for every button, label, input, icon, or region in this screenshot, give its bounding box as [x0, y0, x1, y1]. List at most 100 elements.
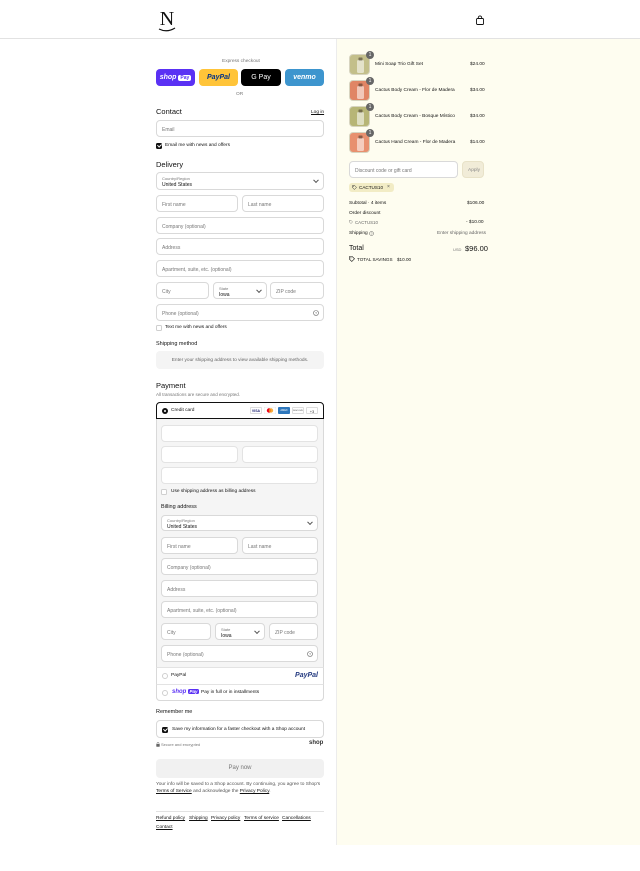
- state-label: State: [219, 286, 229, 291]
- credit-card-option[interactable]: Credit card VISA AMEX DISCOVER +3: [156, 402, 324, 419]
- shop-pay-logo-text: shop: [159, 74, 177, 81]
- footer-link-shipping[interactable]: Shipping: [189, 816, 208, 821]
- save-info-label: Save my information for a faster checkou…: [172, 727, 306, 732]
- or-divider: OR: [236, 92, 244, 97]
- footer-link-terms[interactable]: Terms of service: [244, 816, 279, 821]
- legal-and: and acknowledge the: [193, 788, 239, 794]
- name-on-card-field[interactable]: [161, 467, 318, 484]
- terms-link[interactable]: Terms of Service: [156, 789, 192, 794]
- help-icon[interactable]: ?: [313, 310, 319, 316]
- savings-tag-icon: [349, 256, 355, 262]
- billing-address-field[interactable]: Address: [161, 580, 318, 597]
- google-pay-button[interactable]: G Pay: [241, 69, 281, 86]
- billing-zip-field[interactable]: ZIP code: [269, 623, 318, 640]
- billing-city-placeholder: City: [167, 630, 176, 636]
- total-value: $96.00: [465, 244, 488, 253]
- pay-now-button[interactable]: Pay now: [156, 759, 324, 778]
- shipping-method-notice: Enter your shipping address to view avai…: [156, 351, 324, 369]
- phone-placeholder: Phone (optional): [162, 311, 199, 317]
- lock-icon: [156, 742, 160, 747]
- chevron-down-icon: [307, 519, 313, 526]
- zip-field[interactable]: ZIP code: [270, 282, 324, 299]
- footer-link-privacy[interactable]: Privacy policy: [211, 816, 240, 821]
- discover-icon: DISCOVER: [292, 407, 304, 414]
- paypal-express-button[interactable]: PayPal: [199, 69, 238, 86]
- mastercard-icon: [264, 407, 276, 414]
- billing-company-placeholder: Company (optional): [167, 565, 211, 571]
- phone-field[interactable]: Phone (optional) ?: [156, 304, 324, 321]
- paypal-option[interactable]: PayPal PayPal: [156, 667, 324, 684]
- card-number-field[interactable]: [161, 425, 318, 442]
- secure-text: Secure and encrypted: [161, 742, 201, 747]
- shipping-method-heading: Shipping method: [156, 341, 198, 347]
- product-name: Cactus Body Cream - Flor de Madera: [375, 88, 455, 93]
- billing-last-name-field[interactable]: Last name: [242, 537, 318, 554]
- security-code-field[interactable]: [242, 446, 318, 463]
- billing-last-name-placeholder: Last name: [248, 544, 272, 550]
- credit-card-radio[interactable]: [162, 408, 168, 414]
- same-address-checkbox[interactable]: [161, 489, 167, 495]
- privacy-link[interactable]: Privacy Policy: [240, 789, 270, 794]
- apply-label: Apply: [468, 168, 480, 173]
- last-name-field[interactable]: Last name: [242, 195, 324, 212]
- footer-link-cancellations[interactable]: Cancellations: [282, 816, 311, 821]
- billing-country-select[interactable]: Country/Region United States: [161, 515, 318, 531]
- city-field[interactable]: City: [156, 282, 209, 299]
- svg-text:N: N: [160, 8, 174, 30]
- billing-apartment-field[interactable]: Apartment, suite, etc. (optional): [161, 601, 318, 618]
- paypal-radio[interactable]: [162, 673, 168, 679]
- brand-logo[interactable]: N: [156, 7, 178, 32]
- footer-link-contact[interactable]: Contact: [156, 825, 173, 830]
- remove-discount-icon[interactable]: ×: [387, 184, 390, 190]
- email-news-checkbox[interactable]: [156, 143, 162, 149]
- company-field[interactable]: Company (optional): [156, 217, 324, 234]
- billing-company-field[interactable]: Company (optional): [161, 558, 318, 575]
- company-placeholder: Company (optional): [162, 224, 206, 230]
- save-info-checkbox[interactable]: [162, 727, 168, 733]
- discount-code-field[interactable]: Discount code or gift card: [349, 161, 458, 178]
- product-price: $34.00: [470, 114, 485, 119]
- billing-first-name-field[interactable]: First name: [161, 537, 238, 554]
- visa-icon: VISA: [250, 407, 262, 414]
- footer-divider: [156, 811, 324, 812]
- shoppay-radio[interactable]: [162, 690, 168, 696]
- info-icon[interactable]: ?: [369, 231, 374, 236]
- apartment-field[interactable]: Apartment, suite, etc. (optional): [156, 260, 324, 277]
- express-checkout-title: Express checkout: [222, 59, 260, 64]
- product-name: Mini Soap Trio Gift Set: [375, 62, 423, 67]
- order-discount-value: - $10.00: [466, 220, 484, 225]
- billing-phone-field[interactable]: Phone (optional) ?: [161, 645, 318, 662]
- login-link[interactable]: Log in: [311, 110, 324, 115]
- shoppay-option[interactable]: shop Pay Pay in full or in installments: [156, 684, 324, 701]
- order-discount-label: Order discount: [349, 211, 381, 216]
- zip-placeholder: ZIP code: [276, 289, 296, 295]
- amex-icon: AMEX: [278, 407, 290, 414]
- quantity-badge: 1: [366, 51, 374, 59]
- billing-state-select[interactable]: State Iowa: [215, 623, 265, 640]
- product-price: $24.00: [470, 62, 485, 67]
- billing-city-field[interactable]: City: [161, 623, 211, 640]
- billing-state-label: State: [221, 627, 231, 632]
- footer-link-refund[interactable]: Refund policy: [156, 816, 185, 821]
- save-info-box: Save my information for a faster checkou…: [156, 720, 324, 738]
- email-field[interactable]: Email: [156, 120, 324, 137]
- legal-line: Your info will be saved to a Shop accoun…: [156, 782, 321, 787]
- state-value: Iowa: [219, 292, 230, 298]
- shop-pay-button[interactable]: shop Pay: [156, 69, 195, 86]
- billing-zip-placeholder: ZIP code: [275, 630, 295, 636]
- text-news-checkbox[interactable]: [156, 325, 162, 331]
- chevron-down-icon: [256, 286, 262, 293]
- expiration-field[interactable]: [161, 446, 238, 463]
- shoppay-option-label: Pay in full or in installments: [201, 690, 260, 695]
- billing-country-value: United States: [167, 524, 198, 530]
- first-name-field[interactable]: First name: [156, 195, 238, 212]
- svg-text:?: ?: [371, 232, 373, 236]
- shopping-bag-icon[interactable]: [475, 15, 485, 25]
- venmo-button[interactable]: venmo: [285, 69, 324, 86]
- apply-button[interactable]: Apply: [462, 161, 484, 178]
- help-icon[interactable]: ?: [307, 651, 313, 657]
- payment-heading: Payment: [156, 381, 186, 390]
- country-select[interactable]: Country/Region United States: [156, 172, 324, 190]
- state-select[interactable]: State Iowa: [213, 282, 267, 299]
- address-field[interactable]: Address: [156, 238, 324, 255]
